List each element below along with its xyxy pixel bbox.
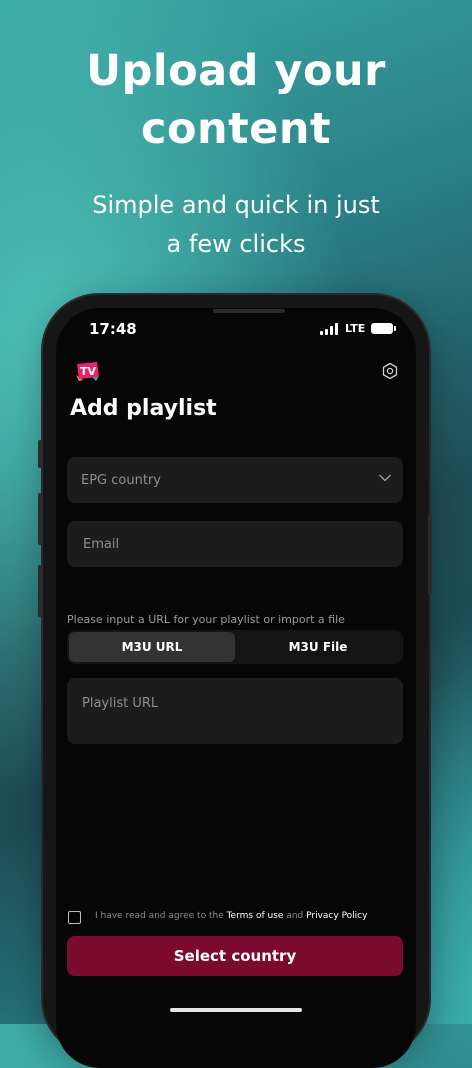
privacy-policy-link[interactable]: Privacy Policy xyxy=(306,911,367,921)
promo-headline-line-1: Upload your xyxy=(86,46,386,96)
app-logo-icon: TV xyxy=(76,362,99,381)
phone-volume-up-button xyxy=(38,493,42,545)
status-time: 17:48 xyxy=(89,320,137,338)
agreement-text: I have read and agree to the Terms of us… xyxy=(95,911,367,921)
phone-power-button xyxy=(428,515,432,595)
playlist-hint-text: Please input a URL for your playlist or … xyxy=(67,613,345,626)
phone-speaker-grille xyxy=(213,309,285,313)
epg-country-select[interactable]: EPG country xyxy=(67,457,403,503)
playlist-url-input[interactable] xyxy=(82,696,388,732)
chevron-down-icon xyxy=(379,474,391,482)
promo-subline-line-2: a few clicks xyxy=(166,230,306,258)
epg-country-placeholder: EPG country xyxy=(81,472,161,488)
email-field-container xyxy=(67,521,403,567)
settings-hexagon-icon[interactable] xyxy=(381,362,399,380)
page-title: Add playlist xyxy=(70,396,217,421)
phone-volume-down-button xyxy=(38,565,42,617)
tab-m3u-file[interactable]: M3U File xyxy=(235,632,401,662)
promo-subline: Simple and quick in just a few clicks xyxy=(0,186,472,264)
email-field[interactable] xyxy=(81,535,389,553)
agree-checkbox[interactable] xyxy=(68,911,81,924)
home-indicator[interactable] xyxy=(170,1008,302,1012)
agreement-prefix: I have read and agree to the xyxy=(95,911,224,921)
select-country-button[interactable]: Select country xyxy=(67,936,403,976)
battery-full-icon xyxy=(371,323,396,334)
signal-bars-icon xyxy=(320,323,340,335)
app-logo-text: TV xyxy=(80,365,97,378)
promo-subline-line-1: Simple and quick in just xyxy=(92,191,380,219)
promo-headline: Upload your content xyxy=(0,42,472,158)
tab-m3u-url[interactable]: M3U URL xyxy=(69,632,235,662)
status-network: LTE xyxy=(345,322,366,335)
phone-frame: 17:48 LTE TV Add playlist EPG country Em… xyxy=(38,295,432,1068)
terms-of-use-link[interactable]: Terms of use xyxy=(227,911,284,921)
app-screen: 17:48 LTE TV Add playlist EPG country Em… xyxy=(56,308,416,1068)
promo-headline-line-2: content xyxy=(140,104,332,154)
playlist-url-container xyxy=(67,678,403,744)
agreement-and: and xyxy=(286,911,304,921)
phone-mute-switch xyxy=(38,440,42,468)
playlist-source-tabs: M3U URL M3U File xyxy=(67,630,403,664)
